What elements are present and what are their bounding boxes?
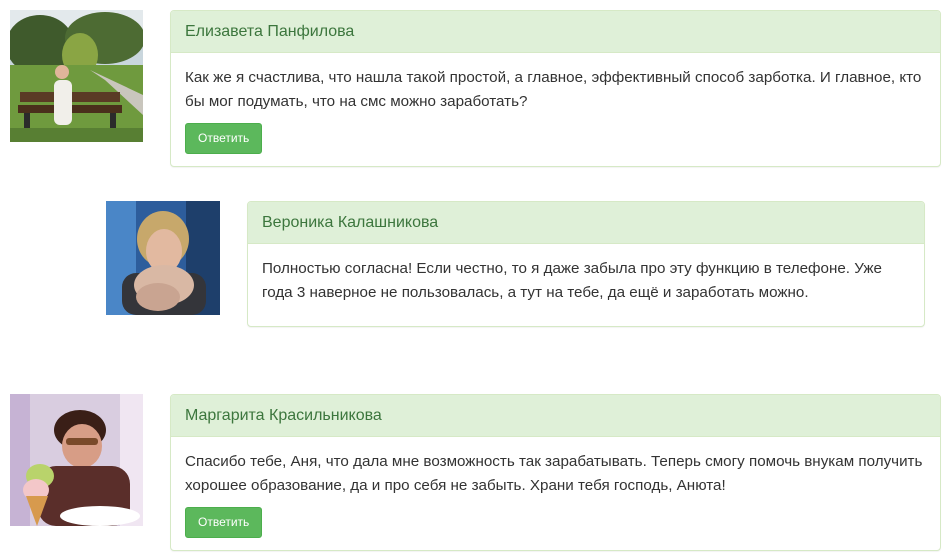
comment-body: Полностью согласна! Если честно, то я да… — [248, 244, 924, 317]
comment-author: Вероника Калашникова — [248, 202, 924, 244]
comment-text: Полностью согласна! Если честно, то я да… — [262, 260, 882, 301]
comments-page: Елизавета Панфилова Как же я счастлива, … — [0, 0, 950, 556]
reply-button[interactable]: Ответить — [185, 507, 263, 538]
avatar — [10, 394, 143, 526]
comment-text: Спасибо тебе, Аня, что дала мне возможно… — [185, 453, 923, 494]
comment-body: Спасибо тебе, Аня, что дала мне возможно… — [171, 437, 940, 550]
avatar — [10, 10, 143, 142]
comment-author: Елизавета Панфилова — [171, 11, 940, 53]
comment-body: Как же я счастлива, что нашла такой прос… — [171, 53, 940, 166]
avatar — [106, 201, 220, 315]
comment-panel: Елизавета Панфилова Как же я счастлива, … — [170, 10, 941, 167]
reply-button[interactable]: Ответить — [185, 123, 263, 154]
comment-panel: Маргарита Красильникова Спасибо тебе, Ан… — [170, 394, 941, 551]
comment-author: Маргарита Красильникова — [171, 395, 940, 437]
comment-panel: Вероника Калашникова Полностью согласна!… — [247, 201, 925, 327]
comment-text: Как же я счастлива, что нашла такой прос… — [185, 69, 922, 110]
